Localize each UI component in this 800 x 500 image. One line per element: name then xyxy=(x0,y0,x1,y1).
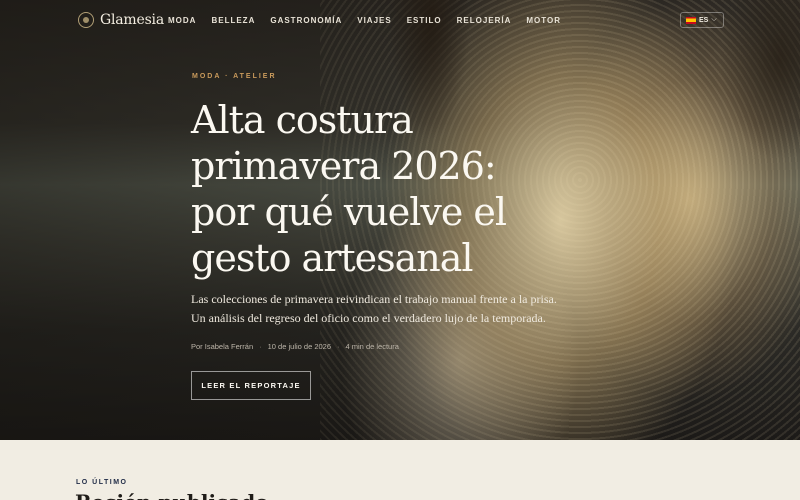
nav-item-relojeria[interactable]: RELOJERÍA xyxy=(457,16,512,25)
section-kicker: LO ÚLTIMO xyxy=(76,479,128,486)
main-nav: MODA BELLEZA GASTRONOMÍA VIAJES ESTILO R… xyxy=(168,16,576,25)
brand-name: Glamesia xyxy=(100,12,164,28)
nav-item-moda[interactable]: MODA xyxy=(168,16,196,25)
spain-flag-icon xyxy=(686,16,696,24)
article-read-time: 4 min de lectura xyxy=(345,342,399,351)
article-dek: Las colecciones de primavera reivindican… xyxy=(191,292,557,325)
article-meta: Por Isabela Ferrán · 10 de julio de 2026… xyxy=(191,342,399,351)
hero-section: Glamesia MODA BELLEZA GASTRONOMÍA VIAJES… xyxy=(0,0,800,440)
article-author: Por Isabela Ferrán xyxy=(191,342,254,351)
article-kicker: MODA · ATELIER xyxy=(192,73,277,80)
chevron-down-icon: ⌵ xyxy=(711,16,717,23)
read-report-button[interactable]: LEER EL REPORTAJE xyxy=(191,371,311,400)
nav-item-viajes[interactable]: VIAJES xyxy=(357,16,391,25)
meta-separator: · xyxy=(259,342,262,351)
language-code: ES xyxy=(699,16,709,24)
nav-item-belleza[interactable]: BELLEZA xyxy=(211,16,255,25)
logo-mark-icon xyxy=(78,12,94,28)
top-navigation: Glamesia MODA BELLEZA GASTRONOMÍA VIAJES… xyxy=(0,0,800,42)
latest-section: LO ÚLTIMO Recién publicado xyxy=(0,440,800,500)
language-selector[interactable]: ES ⌵ xyxy=(680,12,724,28)
article-headline[interactable]: Alta costura primavera 2026: por qué vue… xyxy=(191,97,551,281)
nav-item-gastronomia[interactable]: GASTRONOMÍA xyxy=(270,16,342,25)
section-title: Recién publicado xyxy=(75,490,269,500)
article-date: 10 de julio de 2026 xyxy=(267,342,332,351)
meta-separator: · xyxy=(337,342,340,351)
nav-item-motor[interactable]: MOTOR xyxy=(526,16,561,25)
brand-logo[interactable]: Glamesia xyxy=(78,12,164,28)
nav-item-estilo[interactable]: ESTILO xyxy=(407,16,442,25)
